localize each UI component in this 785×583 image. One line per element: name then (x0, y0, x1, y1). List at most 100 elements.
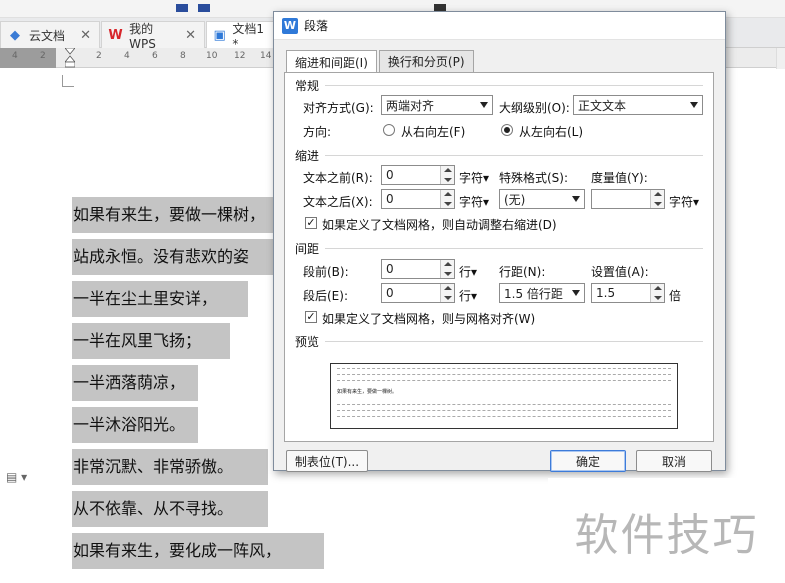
highlight-icon[interactable] (198, 4, 210, 12)
document-line[interactable]: 一半在尘土里安详， (72, 281, 248, 317)
space-before-value: 0 (386, 262, 394, 276)
indent-after-input[interactable]: 0 (381, 189, 455, 209)
tabs-button[interactable]: 制表位(T)... (286, 450, 368, 472)
space-before-unit[interactable]: 行▾ (459, 263, 477, 280)
tab-line-page-breaks[interactable]: 换行和分页(P) (378, 50, 474, 72)
ltr-radio[interactable] (501, 124, 513, 136)
cloud-doc-icon: ◆ (10, 27, 20, 43)
setting-value: 1.5 (596, 286, 616, 300)
line-spacing-value: 1.5 倍行距 (504, 286, 563, 301)
chevron-down-icon (572, 290, 580, 296)
dialog-titlebar[interactable]: W 段落 (274, 12, 725, 40)
indent-after-label: 文本之后(X): (303, 195, 373, 209)
preview-next-line (337, 410, 671, 413)
spinner-arrows-icon[interactable] (440, 260, 454, 278)
close-icon[interactable]: ✕ (72, 28, 91, 43)
document-line[interactable]: 如果有来生，要做一棵树， (72, 197, 278, 233)
special-format-select[interactable]: (无) (499, 189, 585, 209)
outline-select[interactable]: 正文文本 (573, 95, 703, 115)
line-spacing-label: 行距(N): (499, 265, 546, 279)
indent-after-unit[interactable]: 字符▾ (459, 193, 489, 210)
space-after-label: 段后(E): (303, 289, 348, 303)
document-line[interactable]: 如果有来生，要化成一阵风， (72, 533, 324, 569)
auto-right-indent-checkbox[interactable]: ✓ (305, 217, 317, 229)
measure-input[interactable] (591, 189, 665, 209)
outline-value: 正文文本 (578, 98, 627, 113)
preview-next-line (337, 404, 671, 407)
ruler-number: 2 (40, 51, 46, 61)
document-line[interactable]: 一半洒落荫凉， (72, 365, 198, 401)
cancel-button[interactable]: 取消 (636, 450, 712, 472)
special-format-label: 特殊格式(S): (499, 171, 569, 185)
close-icon[interactable]: ✕ (177, 28, 196, 43)
tab-indent-spacing[interactable]: 缩进和间距(I) (286, 50, 377, 73)
dialog-title: 段落 (304, 19, 329, 33)
tab-label: 云文档 (29, 28, 66, 43)
preview-next-line (337, 416, 671, 419)
tab-cloud-doc[interactable]: ◆ 云文档 ✕ (0, 21, 100, 48)
tab-my-wps[interactable]: W 我的WPS ✕ (101, 21, 205, 51)
space-before-input[interactable]: 0 (381, 259, 455, 279)
snap-to-grid-label: 如果定义了文档网格，则与网格对齐(W) (322, 312, 536, 326)
ruler-number: 4 (12, 51, 18, 61)
measure-unit[interactable]: 字符▾ (669, 193, 699, 210)
space-before-label: 段前(B): (303, 265, 349, 279)
section-general: 常规 (295, 79, 320, 93)
ok-button[interactable]: 确定 (550, 450, 626, 472)
paragraph-preview: 如果有来生，要做一棵树。 (330, 363, 678, 429)
document-line[interactable]: 一半在风里飞扬； (72, 323, 230, 359)
ruler-number: 14 (260, 51, 272, 61)
align-label: 对齐方式(G): (303, 101, 374, 115)
divider (325, 248, 703, 249)
space-after-input[interactable]: 0 (381, 283, 455, 303)
document-line[interactable]: 从不依靠、从不寻找。 (72, 491, 268, 527)
page-view-icon[interactable]: ▤ ▾ (6, 470, 27, 484)
chevron-down-icon (690, 102, 698, 108)
setting-value-label: 设置值(A): (591, 265, 649, 279)
setting-value-input[interactable]: 1.5 (591, 283, 665, 303)
font-color-icon[interactable] (176, 4, 188, 12)
indent-before-input[interactable]: 0 (381, 165, 455, 185)
margin-corner-mark (62, 75, 74, 87)
indent-before-label: 文本之前(R): (303, 171, 373, 185)
tab-label: 文档1 * (232, 21, 265, 51)
chevron-down-icon (480, 102, 488, 108)
spinner-arrows-icon[interactable] (440, 166, 454, 184)
chevron-down-icon (572, 196, 580, 202)
divider (325, 341, 703, 342)
indent-before-value: 0 (386, 168, 394, 182)
line-spacing-select[interactable]: 1.5 倍行距 (499, 283, 585, 303)
spinner-arrows-icon[interactable] (650, 190, 664, 208)
ruler-number: 2 (96, 51, 102, 61)
document-icon: ▣ (213, 27, 226, 43)
spinner-arrows-icon[interactable] (440, 190, 454, 208)
wps-logo-icon: W (282, 17, 298, 34)
indent-before-unit[interactable]: 字符▾ (459, 169, 489, 186)
ruler-number: 12 (234, 51, 246, 61)
tab-document1[interactable]: ▣ 文档1 * (206, 21, 276, 51)
wps-logo-icon: W (108, 27, 123, 43)
align-select[interactable]: 两端对齐 (381, 95, 493, 115)
indent-marker-icon[interactable] (65, 48, 75, 68)
space-after-unit[interactable]: 行▾ (459, 287, 477, 304)
watermark: 软件技巧 (548, 478, 785, 583)
paragraph-dialog: W 段落 缩进和间距(I) 换行和分页(P) 常规 对齐方式(G): 两端对齐 … (273, 11, 726, 472)
direction-label: 方向: (303, 125, 332, 139)
document-line[interactable]: 站成永恒。没有悲欢的姿 (72, 239, 278, 275)
ruler-number: 6 (152, 51, 158, 61)
rtl-radio[interactable] (383, 124, 395, 136)
measure-label: 度量值(Y): (591, 171, 648, 185)
ruler-number: 10 (206, 51, 218, 61)
document-line[interactable]: 一半沐浴阳光。 (72, 407, 198, 443)
section-indent: 缩进 (295, 149, 320, 163)
spinner-arrows-icon[interactable] (650, 284, 664, 302)
spinner-arrows-icon[interactable] (440, 284, 454, 302)
preview-label: 预览 (295, 335, 320, 349)
ruler-margin (0, 48, 56, 68)
align-value: 两端对齐 (386, 98, 435, 113)
document-line[interactable]: 非常沉默、非常骄傲。 (72, 449, 268, 485)
snap-to-grid-checkbox[interactable]: ✓ (305, 311, 317, 323)
preview-sample-text: 如果有来生，要做一棵树。 (337, 389, 398, 395)
dialog-panel: 常规 对齐方式(G): 两端对齐 大纲级别(O): 正文文本 方向: 从右向左(… (284, 72, 714, 442)
preview-prev-line (337, 374, 671, 377)
